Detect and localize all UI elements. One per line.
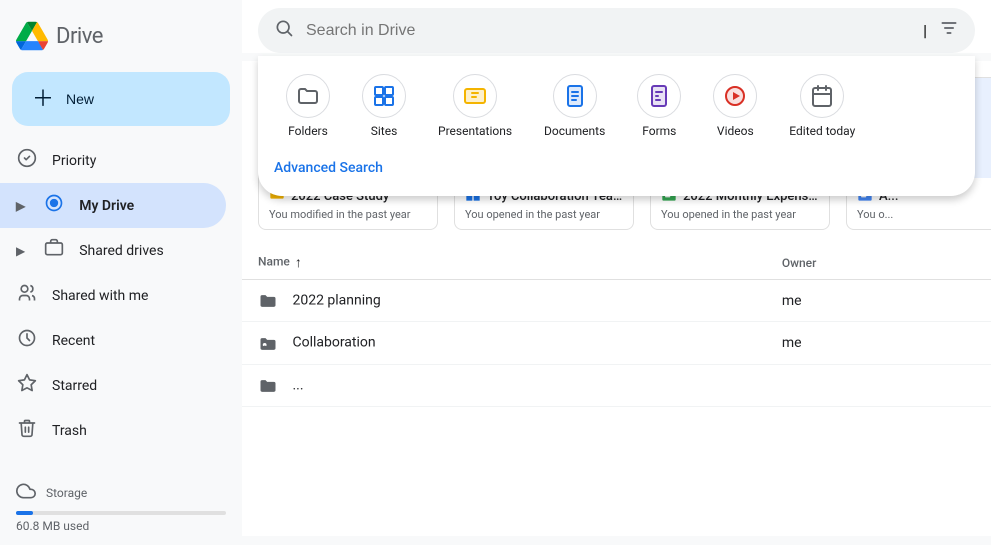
starred-icon	[16, 373, 38, 398]
sidebar: Drive ＋ New Priority ▶ My Drive ▶ Shared…	[0, 0, 242, 536]
table-cell-name: 2022 planning	[242, 280, 766, 322]
table-cell-name: Collaboration	[242, 322, 766, 364]
search-bar-container: | Folders Sites	[242, 0, 991, 53]
table-col-name[interactable]: Name ↑	[242, 246, 766, 280]
table-header: Name ↑ Owner	[242, 246, 991, 280]
table-col-owner[interactable]: Owner	[766, 246, 991, 280]
sidebar-item-shared-with-me[interactable]: Shared with me	[0, 273, 226, 318]
search-icon	[274, 18, 294, 43]
category-documents[interactable]: Documents	[532, 68, 617, 144]
card-subtitle: You opened in the past year	[661, 208, 819, 221]
main-content: | Folders Sites	[242, 0, 991, 536]
search-filter-icon[interactable]	[939, 18, 959, 43]
my-drive-icon	[43, 193, 65, 218]
new-button-label: New	[66, 91, 94, 107]
folder-icon	[258, 375, 282, 396]
new-button[interactable]: ＋ New	[12, 72, 230, 126]
sidebar-item-priority-label: Priority	[52, 153, 96, 169]
sidebar-item-starred-label: Starred	[52, 378, 97, 394]
search-input[interactable]	[306, 22, 911, 40]
folder-icon	[258, 332, 282, 353]
presentations-icon-circle	[453, 74, 497, 118]
file-table: Name ↑ Owner 2022 planning	[242, 246, 991, 407]
search-bar: |	[258, 8, 975, 53]
table-body: 2022 planning me Collaboration me	[242, 280, 991, 407]
category-sites[interactable]: Sites	[350, 68, 418, 144]
shared-drives-icon	[43, 238, 65, 263]
app-logo: Drive	[0, 8, 242, 68]
sites-icon-circle	[362, 74, 406, 118]
documents-label: Documents	[544, 124, 605, 138]
forms-label: Forms	[642, 124, 676, 138]
category-forms[interactable]: Forms	[625, 68, 693, 144]
sidebar-item-shared-drives-label: Shared drives	[79, 243, 163, 259]
table-row[interactable]: Collaboration me	[242, 322, 991, 364]
app-name: Drive	[56, 24, 103, 49]
storage-icon	[16, 481, 36, 505]
sidebar-item-recent-label: Recent	[52, 333, 95, 349]
storage-used-text: 60.8 MB used	[16, 519, 226, 533]
storage-section: Storage 60.8 MB used	[0, 469, 242, 545]
category-folders[interactable]: Folders	[274, 68, 342, 144]
advanced-search-link[interactable]: Advanced Search	[274, 156, 383, 180]
category-presentations[interactable]: Presentations	[426, 68, 524, 144]
table-row[interactable]: ...	[242, 364, 991, 406]
edited-today-icon-circle	[800, 74, 844, 118]
category-videos[interactable]: Videos	[701, 68, 769, 144]
sidebar-item-my-drive-label: My Drive	[79, 198, 134, 214]
expand-icon: ▶	[16, 199, 25, 213]
videos-icon-circle	[713, 74, 757, 118]
presentations-label: Presentations	[438, 124, 512, 138]
sort-asc-icon: ↑	[295, 255, 302, 271]
table-cell-owner: me	[766, 322, 991, 364]
priority-icon	[16, 148, 38, 173]
folders-label: Folders	[288, 124, 328, 138]
expand-icon-shared: ▶	[16, 244, 25, 258]
card-subtitle: You o...	[857, 208, 991, 221]
card-subtitle: You modified in the past year	[269, 208, 427, 221]
forms-icon-circle	[637, 74, 681, 118]
search-dropdown: Folders Sites Presentations	[258, 56, 975, 196]
sidebar-item-shared-with-me-label: Shared with me	[52, 288, 148, 304]
edited-today-label: Edited today	[789, 124, 855, 138]
sidebar-item-starred[interactable]: Starred	[0, 363, 226, 408]
folder-icon	[258, 290, 282, 311]
storage-bar-fill	[16, 511, 33, 515]
sidebar-item-recent[interactable]: Recent	[0, 318, 226, 363]
trash-icon	[16, 418, 38, 443]
storage-bar-background	[16, 511, 226, 515]
search-categories: Folders Sites Presentations	[274, 68, 959, 144]
cursor: |	[923, 21, 927, 40]
recent-icon	[16, 328, 38, 353]
sidebar-item-priority[interactable]: Priority	[0, 138, 226, 183]
card-subtitle: You opened in the past year	[465, 208, 623, 221]
category-edited-today[interactable]: Edited today	[777, 68, 867, 144]
videos-label: Videos	[717, 124, 754, 138]
sites-label: Sites	[371, 124, 398, 138]
shared-with-me-icon	[16, 283, 38, 308]
folders-icon-circle	[286, 74, 330, 118]
sidebar-item-trash[interactable]: Trash	[0, 408, 226, 453]
plus-icon: ＋	[32, 88, 54, 110]
table-row[interactable]: 2022 planning me	[242, 280, 991, 322]
sidebar-item-shared-drives[interactable]: ▶ Shared drives	[0, 228, 226, 273]
sidebar-item-trash-label: Trash	[52, 423, 87, 439]
sidebar-item-my-drive[interactable]: ▶ My Drive	[0, 183, 226, 228]
table-cell-name: ...	[242, 364, 766, 406]
drive-logo-icon	[16, 20, 48, 52]
storage-label: Storage	[46, 486, 87, 500]
table-cell-owner: me	[766, 280, 991, 322]
table-cell-owner	[766, 364, 991, 406]
documents-icon-circle	[553, 74, 597, 118]
